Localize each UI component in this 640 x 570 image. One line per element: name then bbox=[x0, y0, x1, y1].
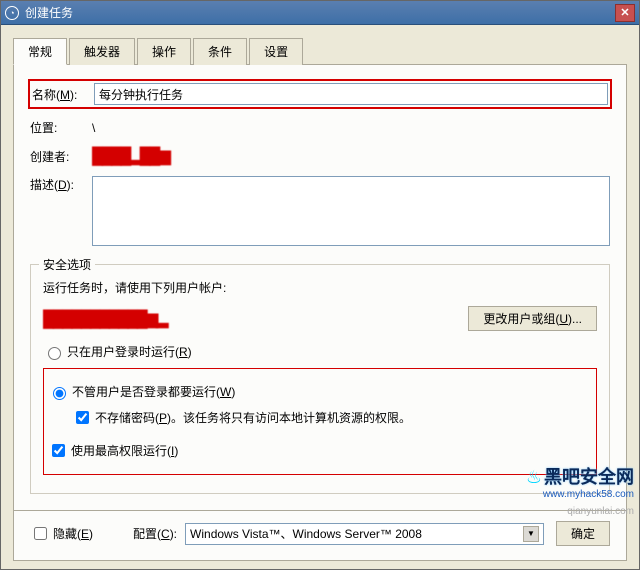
check-no-store-password[interactable]: 不存储密码(P)。该任务将只有访问本地计算机资源的权限。 bbox=[72, 408, 592, 427]
location-value: \ bbox=[92, 121, 610, 135]
radio-run-logged-on-label: 只在用户登录时运行(R) bbox=[67, 343, 192, 360]
description-row: 描述(D): bbox=[30, 176, 610, 246]
tab-settings[interactable]: 设置 bbox=[249, 38, 303, 65]
client-area: 常规 触发器 操作 条件 设置 名称(M): 位置: \ 创建者: ████▂█… bbox=[1, 25, 639, 569]
tab-general[interactable]: 常规 bbox=[13, 38, 67, 65]
check-highest-privileges[interactable]: 使用最高权限运行(I) bbox=[48, 441, 592, 460]
user-account-value: ███████████▆▂ bbox=[43, 309, 166, 329]
clock-icon: ◔ bbox=[5, 6, 19, 20]
run-as-label: 运行任务时，请使用下列用户帐户: bbox=[43, 279, 597, 296]
create-task-dialog: ◔ 创建任务 ✕ 常规 触发器 操作 条件 设置 名称(M): 位置: \ 创建… bbox=[0, 0, 640, 570]
configure-for-value: Windows Vista™、Windows Server™ 2008 bbox=[190, 525, 422, 542]
tab-strip: 常规 触发器 操作 条件 设置 bbox=[13, 37, 627, 65]
name-row: 名称(M): bbox=[28, 79, 612, 109]
user-account-row: ███████████▆▂ 更改用户或组(U)... bbox=[43, 306, 597, 331]
check-highest-privileges-input[interactable] bbox=[52, 444, 65, 457]
tab-triggers[interactable]: 触发器 bbox=[69, 38, 135, 65]
bottom-bar: 隐藏(E) 配置(C): Windows Vista™、Windows Serv… bbox=[13, 511, 627, 561]
author-row: 创建者: ████▂██▆ bbox=[30, 146, 610, 166]
tab-conditions[interactable]: 条件 bbox=[193, 38, 247, 65]
tab-actions[interactable]: 操作 bbox=[137, 38, 191, 65]
author-label: 创建者: bbox=[30, 148, 92, 165]
radio-run-logged-on[interactable]: 只在用户登录时运行(R) bbox=[43, 343, 597, 360]
check-hidden-input[interactable] bbox=[34, 527, 47, 540]
ok-button[interactable]: 确定 bbox=[556, 521, 610, 546]
chevron-down-icon: ▼ bbox=[523, 526, 539, 542]
author-value: ████▂██▆ bbox=[92, 146, 610, 166]
close-button[interactable]: ✕ bbox=[615, 4, 635, 22]
configure-for-label: 配置(C): bbox=[133, 525, 177, 542]
name-input[interactable] bbox=[94, 83, 608, 105]
highlighted-options: 不管用户是否登录都要运行(W) 不存储密码(P)。该任务将只有访问本地计算机资源… bbox=[43, 368, 597, 475]
radio-run-always-label: 不管用户是否登录都要运行(W) bbox=[72, 383, 235, 400]
check-no-store-password-label: 不存储密码(P)。该任务将只有访问本地计算机资源的权限。 bbox=[95, 409, 411, 426]
configure-for-dropdown[interactable]: Windows Vista™、Windows Server™ 2008 ▼ bbox=[185, 523, 544, 545]
description-label: 描述(D): bbox=[30, 176, 92, 193]
radio-run-always[interactable]: 不管用户是否登录都要运行(W) bbox=[48, 383, 592, 400]
check-hidden[interactable]: 隐藏(E) bbox=[30, 524, 93, 543]
location-row: 位置: \ bbox=[30, 119, 610, 136]
name-label: 名称(M): bbox=[32, 86, 94, 103]
radio-run-logged-on-input[interactable] bbox=[48, 347, 61, 360]
check-no-store-password-input[interactable] bbox=[76, 411, 89, 424]
security-options-group: 安全选项 运行任务时，请使用下列用户帐户: ███████████▆▂ 更改用户… bbox=[30, 264, 610, 494]
change-user-button[interactable]: 更改用户或组(U)... bbox=[468, 306, 597, 331]
titlebar: ◔ 创建任务 ✕ bbox=[1, 1, 639, 25]
location-label: 位置: bbox=[30, 119, 92, 136]
description-input[interactable] bbox=[92, 176, 610, 246]
check-highest-privileges-label: 使用最高权限运行(I) bbox=[71, 442, 178, 459]
tab-panel-general: 名称(M): 位置: \ 创建者: ████▂██▆ 描述(D): 安全选项 运… bbox=[13, 65, 627, 511]
security-legend: 安全选项 bbox=[39, 256, 95, 273]
check-hidden-label: 隐藏(E) bbox=[53, 525, 93, 542]
radio-run-always-input[interactable] bbox=[53, 387, 66, 400]
window-title: 创建任务 bbox=[25, 4, 615, 21]
